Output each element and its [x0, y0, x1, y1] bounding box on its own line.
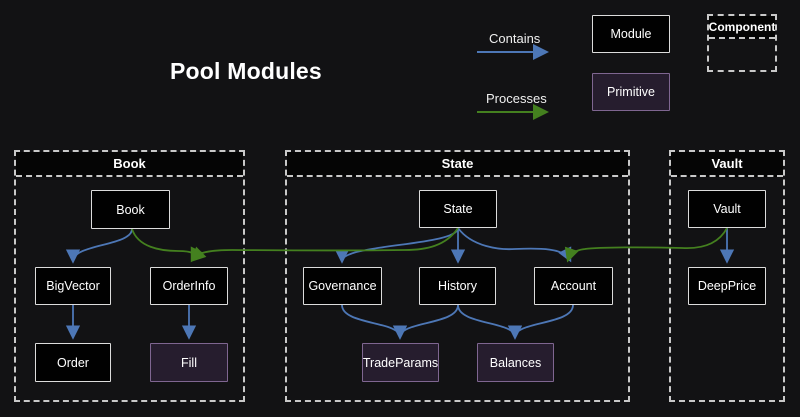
- node-balances: Balances: [477, 343, 554, 382]
- node-tradeparams: TradeParams: [362, 343, 439, 382]
- node-deepprice-label: DeepPrice: [698, 279, 756, 293]
- legend-primitive-box: Primitive: [592, 73, 670, 111]
- node-order: Order: [35, 343, 111, 382]
- node-tradeparams-label: TradeParams: [363, 356, 438, 370]
- page-title: Pool Modules: [170, 58, 322, 85]
- node-state: State: [419, 190, 497, 228]
- legend-primitive-label: Primitive: [607, 85, 655, 99]
- node-deepprice: DeepPrice: [688, 267, 766, 305]
- legend-component-box: Component: [707, 14, 777, 72]
- legend-module-box: Module: [592, 15, 670, 53]
- legend-contains-label: Contains: [489, 31, 540, 46]
- pool-modules-diagram: Pool Modules Contains Processes Module P…: [0, 0, 800, 417]
- node-balances-label: Balances: [490, 356, 541, 370]
- node-account: Account: [534, 267, 613, 305]
- node-governance: Governance: [303, 267, 382, 305]
- node-orderinfo: OrderInfo: [150, 267, 228, 305]
- node-state-label: State: [443, 202, 472, 216]
- node-orderinfo-label: OrderInfo: [163, 279, 216, 293]
- node-history: History: [419, 267, 496, 305]
- node-book-label: Book: [116, 203, 145, 217]
- node-fill-label: Fill: [181, 356, 197, 370]
- legend-module-label: Module: [611, 27, 652, 41]
- node-account-label: Account: [551, 279, 596, 293]
- legend-processes-label: Processes: [486, 91, 547, 106]
- node-bigvector: BigVector: [35, 267, 111, 305]
- container-vault-title: Vault: [671, 152, 783, 177]
- legend-component-label: Component: [709, 16, 775, 39]
- node-book: Book: [91, 190, 170, 229]
- node-fill: Fill: [150, 343, 228, 382]
- node-vault: Vault: [688, 190, 766, 228]
- container-state-title: State: [287, 152, 628, 177]
- node-bigvector-label: BigVector: [46, 279, 100, 293]
- container-book-title: Book: [16, 152, 243, 177]
- node-history-label: History: [438, 279, 477, 293]
- node-vault-label: Vault: [713, 202, 741, 216]
- node-order-label: Order: [57, 356, 89, 370]
- node-governance-label: Governance: [308, 279, 376, 293]
